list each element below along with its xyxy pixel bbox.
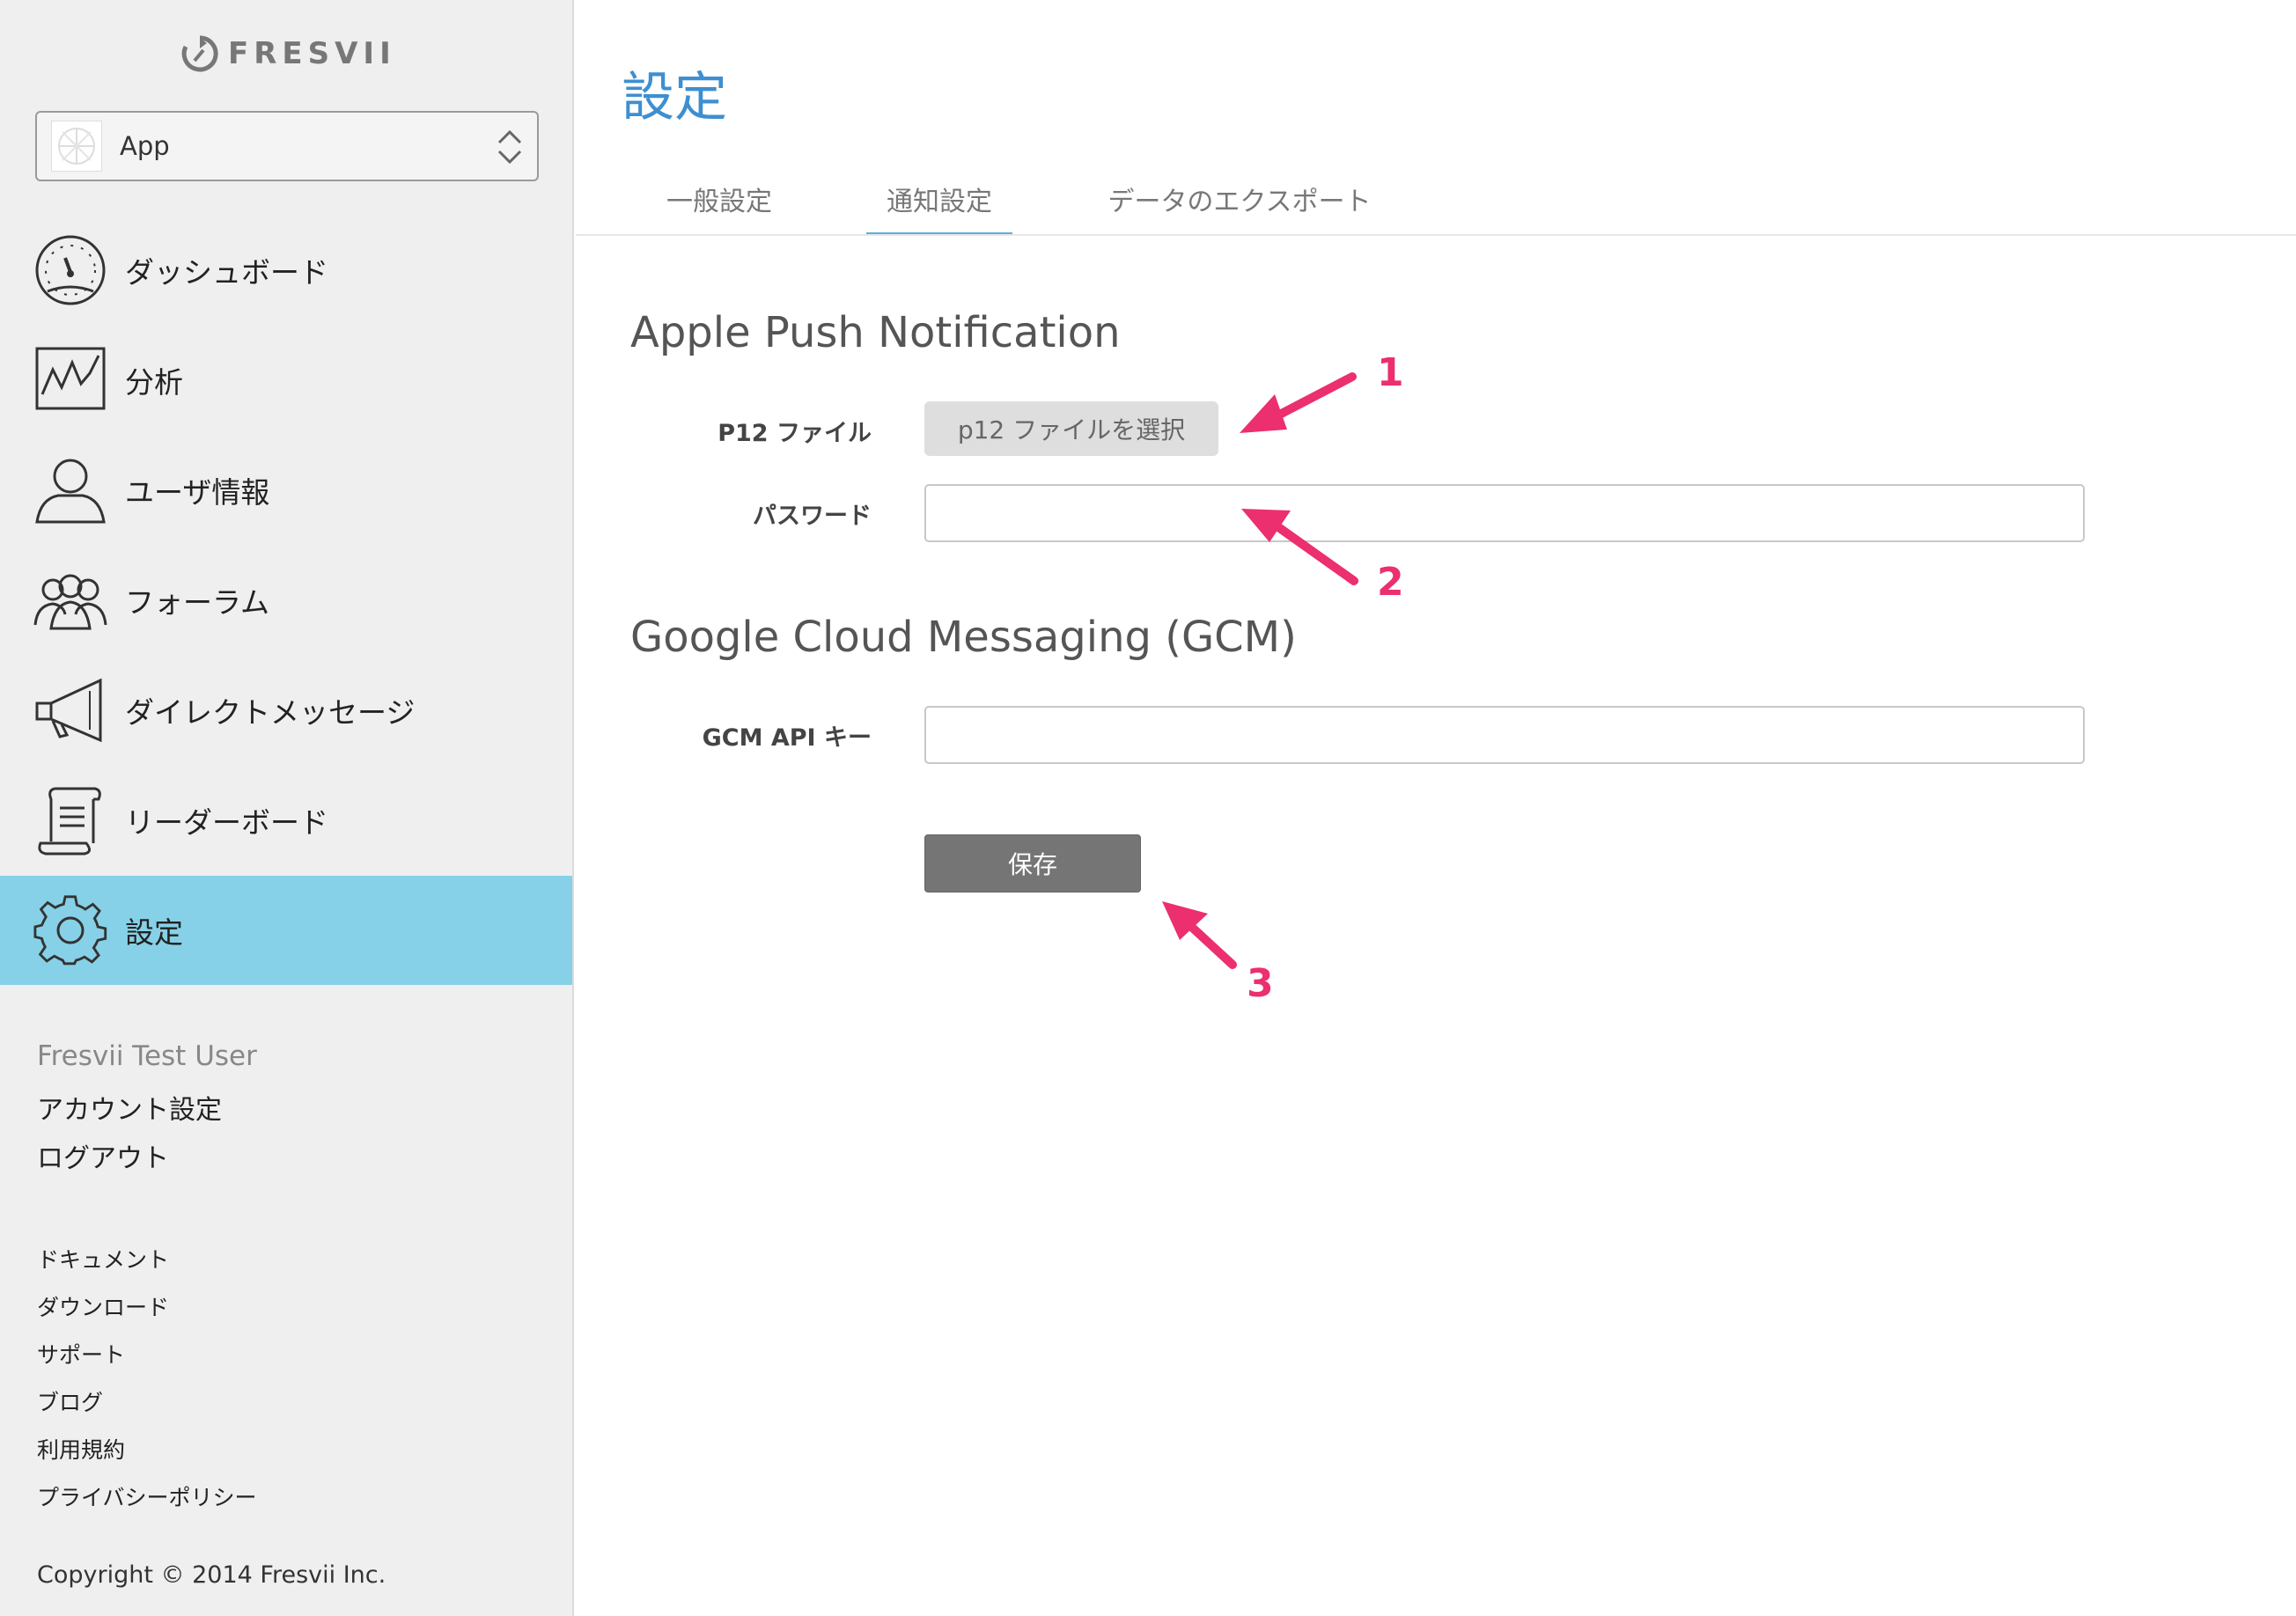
annotation-arrow-1 xyxy=(1240,372,1357,433)
annotation-arrow-2 xyxy=(1241,509,1358,585)
annotation-overlay: 1 2 3 xyxy=(1162,349,1405,1007)
annotation-number-1: 1 xyxy=(1377,350,1404,395)
annotation-arrow-3 xyxy=(1162,901,1237,969)
annotation-number-2: 2 xyxy=(1377,560,1404,605)
annotation-number-3: 3 xyxy=(1247,961,1274,1006)
